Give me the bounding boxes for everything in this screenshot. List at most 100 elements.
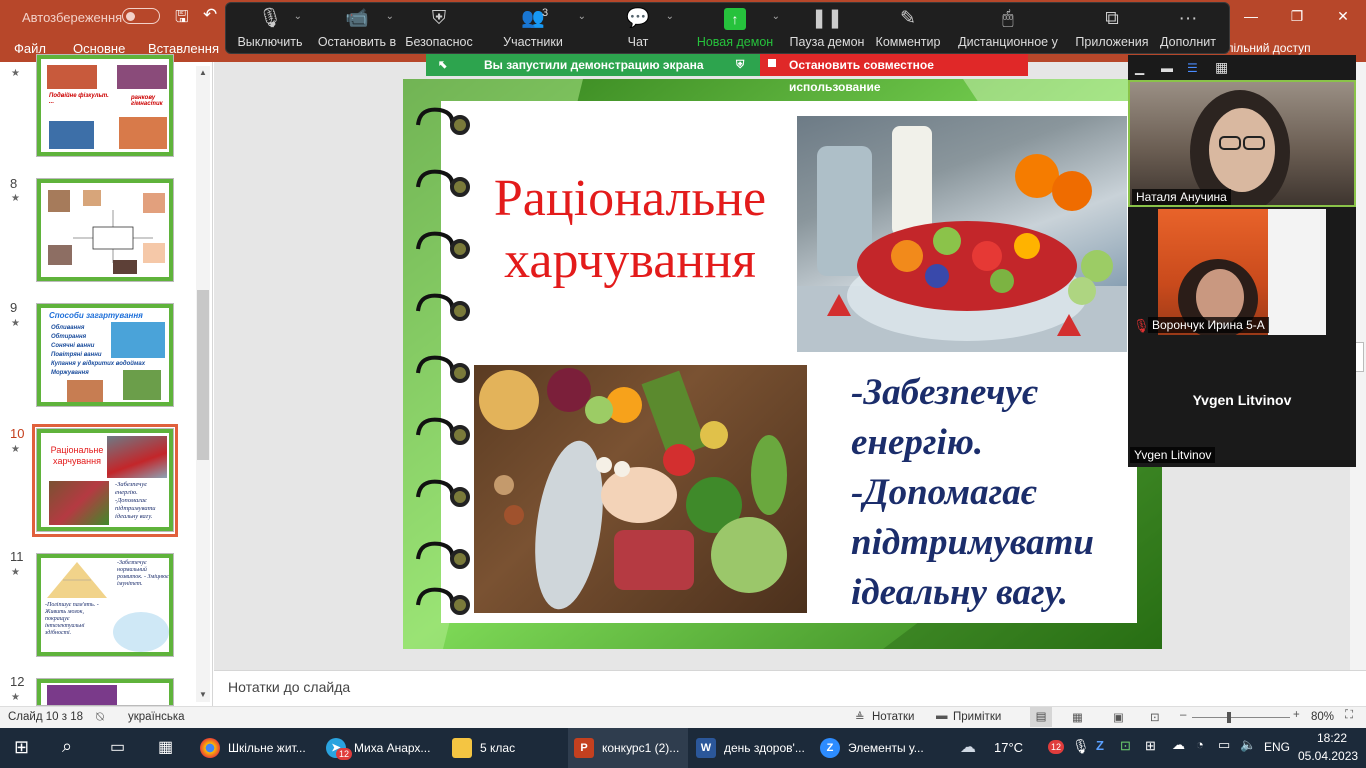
zoom-level[interactable]: 80% [1311, 711, 1334, 723]
participant-tile-3[interactable]: Yvgen Litvinov Yvgen Litvinov [1128, 338, 1356, 463]
calculator-icon[interactable]: ▦ [158, 737, 173, 757]
participant-tile-1[interactable]: Наталя Анучина [1128, 80, 1356, 207]
animation-star-icon: ★ [11, 444, 20, 455]
shield-icon: ⛨ [736, 59, 745, 71]
remote-control-button[interactable]: 🖱 Дистанционное у [944, 3, 1072, 53]
language-label[interactable]: українська [128, 711, 185, 723]
minimize-button[interactable]: — [1228, 0, 1274, 32]
apps-icon: ⧉ [1105, 8, 1119, 29]
weather-cloud-icon: ☁ [960, 739, 976, 756]
autosave-toggle[interactable] [122, 8, 160, 24]
pin-icon[interactable]: ⬉ [438, 54, 447, 76]
pause-share-button[interactable]: ❚❚ Пауза демон [782, 3, 872, 53]
normal-view-icon[interactable]: ▤ [1030, 707, 1052, 727]
fit-to-window-icon[interactable]: ⛶ [1345, 709, 1353, 722]
status-bar: Слайд 10 з 18 ⍉ українська ≜ Нотатки ▬ П… [0, 706, 1366, 728]
more-button[interactable]: ··· Дополнит [1152, 3, 1224, 53]
search-icon[interactable]: ⌕ [62, 736, 72, 757]
slide-thumbnail-9[interactable]: Способи загартування Обливання Обтирання… [36, 303, 174, 407]
word-icon: W [696, 738, 716, 758]
share-screen-icon: ↑ [724, 8, 746, 30]
participants-button[interactable]: 👥 3 ⌄ Участники [478, 3, 588, 53]
tray-wifi-icon[interactable]: ◔ [1196, 737, 1204, 752]
thumb-list-item: Купання у відкритих водоймах [51, 361, 146, 367]
apps-button[interactable]: ⧉ Приложения [1072, 3, 1152, 53]
save-icon[interactable]: 🖫 [175, 6, 189, 33]
taskbar-app-powerpoint[interactable]: P конкурс1 (2)... [568, 728, 688, 768]
comments-toggle[interactable]: Примітки [953, 711, 1001, 723]
slide-counter: Слайд 10 з 18 [8, 711, 83, 723]
slide-sorter-icon[interactable]: ▦ [1072, 710, 1083, 724]
stop-video-button[interactable]: 📹 ⌄ Остановить в [314, 3, 400, 53]
taskbar-app-zoom[interactable]: Z Элементы у... [820, 728, 938, 768]
tray-zoom-icon[interactable]: Z [1096, 738, 1104, 753]
animation-star-icon: ★ [11, 567, 20, 578]
slide-thumbnail-10[interactable]: Раціональне харчування -Забезпечує енерг… [36, 428, 174, 532]
reading-view-icon[interactable]: ▣ [1113, 710, 1124, 724]
notes-icon: ≜ [855, 712, 865, 724]
chat-button[interactable]: 💬 ⌄ Чат [588, 3, 688, 53]
scroll-up-icon[interactable]: ▲ [197, 68, 209, 80]
taskbar-app-explorer[interactable]: 5 клас [452, 728, 562, 768]
slide-thumbnail-12[interactable] [36, 678, 174, 706]
tray-battery-icon[interactable]: ▭ [1218, 737, 1230, 753]
windows-start-icon[interactable]: ⊞ [14, 737, 29, 758]
stop-share-button[interactable]: Остановить совместное использование [760, 54, 1028, 94]
zoom-slider[interactable] [1192, 717, 1290, 718]
participant-name: Ворончук Ирина 5-А [1148, 317, 1269, 333]
slide-thumbnail-7[interactable]: Подвійне фізкульт. ... ранкову гімнастик [36, 54, 174, 157]
chevron-down-icon[interactable]: ⌄ [386, 11, 394, 22]
notes-pane[interactable] [214, 670, 1366, 706]
taskbar-app-telegram[interactable]: ➤ 12 Миха Анарх... [326, 728, 444, 768]
speaker-view-icon[interactable]: ☰ [1187, 61, 1198, 75]
thumb-text: -Забезпечує енергію. -Допомагає підтриму… [115, 481, 156, 520]
slide-thumbnail-8[interactable] [36, 178, 174, 282]
minimize-video-icon[interactable]: ▁ [1135, 61, 1144, 75]
scrollbar-thumb[interactable] [197, 290, 209, 460]
zoom-out-icon[interactable]: – [1180, 709, 1186, 721]
zoom-in-icon[interactable]: + [1293, 709, 1300, 721]
tray-microphone-icon[interactable]: 🎙 [1072, 738, 1090, 755]
sharing-status-text: Вы запустили демонстрацию экрана [484, 58, 704, 72]
animation-star-icon: ★ [11, 193, 20, 204]
zoom-slider-thumb[interactable] [1227, 712, 1231, 723]
mute-button[interactable]: 🎙 ⌄ Выключить [226, 3, 314, 53]
close-button[interactable]: ✕ [1320, 0, 1366, 32]
groceries-image [474, 365, 807, 613]
gallery-view-icon[interactable]: ▦ [1215, 59, 1228, 76]
animation-star-icon: ★ [11, 68, 20, 79]
participant-name: Yvgen Litvinov [1130, 447, 1216, 463]
clock-time[interactable]: 18:22 [1310, 731, 1354, 745]
tray-cloud-icon[interactable]: ☁ [1172, 737, 1185, 753]
restore-button[interactable]: ❐ [1274, 0, 1320, 32]
security-button[interactable]: ⛨ Безопаснос [400, 3, 478, 53]
tray-volume-icon[interactable]: 🔈 [1240, 737, 1256, 753]
taskbar-app-chrome[interactable]: Шкільне жит... [200, 728, 318, 768]
annotate-button[interactable]: ✎ Комментир [872, 3, 944, 53]
chevron-down-icon[interactable]: ⌄ [578, 11, 586, 22]
chevron-down-icon[interactable]: ⌄ [772, 11, 780, 22]
view-options: ▁ ▬ ☰ ▦ [1135, 59, 1265, 79]
clock-date[interactable]: 05.04.2023 [1298, 749, 1358, 763]
share-button[interactable]: пільний доступ [1227, 41, 1311, 55]
input-language[interactable]: ENG [1264, 740, 1290, 754]
sharing-status-banner: ⬉ Вы запустили демонстрацию экрана ⛨ [426, 54, 760, 76]
participants-count: 3 [542, 7, 549, 19]
chevron-down-icon[interactable]: ⌄ [666, 11, 674, 22]
hide-video-icon[interactable]: ▬ [1161, 61, 1173, 75]
tray-app-icon[interactable]: ⊡ [1120, 738, 1131, 754]
accessibility-icon[interactable]: ⍉ [96, 709, 104, 725]
tray-network-icon[interactable]: ⊞ [1145, 738, 1156, 754]
weather-temperature[interactable]: 17°C [994, 740, 1023, 755]
chevron-down-icon[interactable]: ⌄ [294, 11, 302, 22]
taskbar-app-word[interactable]: W день здоров'... [696, 728, 814, 768]
undo-icon[interactable]: ↶ [203, 5, 217, 25]
new-share-button[interactable]: ↑ ⌄ Новая демон [688, 3, 782, 53]
task-view-icon[interactable]: ▭ [110, 737, 125, 757]
notes-toggle[interactable]: Нотатки [872, 711, 914, 723]
pen-icon: ✎ [900, 8, 916, 29]
scroll-down-icon[interactable]: ▼ [197, 690, 209, 702]
chat-icon: 💬 [626, 8, 650, 29]
slide-thumbnail-11[interactable]: -Забезпечує нормальний розвиток. - Зміцн… [36, 553, 174, 657]
slideshow-icon[interactable]: ⊡ [1150, 710, 1160, 724]
